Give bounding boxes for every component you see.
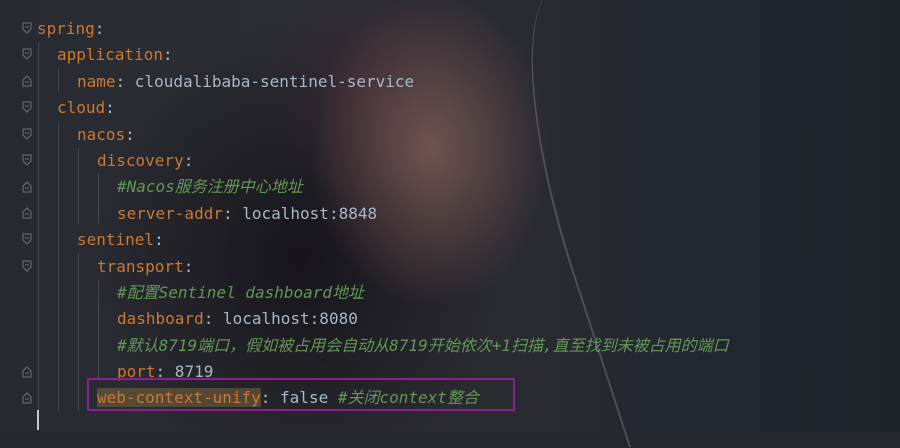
- yaml-colon: :: [125, 124, 135, 144]
- code-line[interactable]: #Nacos服务注册中心地址: [37, 174, 900, 200]
- yaml-key: application: [57, 45, 163, 65]
- code-line[interactable]: #配置Sentinel dashboard地址: [37, 280, 900, 306]
- fold-end-marker-icon[interactable]: [22, 181, 32, 193]
- code-line[interactable]: name: cloudalibaba-sentinel-service: [37, 69, 900, 95]
- yaml-colon: :: [162, 45, 173, 65]
- fold-marker-icon[interactable]: [22, 48, 32, 60]
- fold-end-marker-icon[interactable]: [22, 366, 32, 378]
- yaml-key: spring: [37, 19, 95, 38]
- yaml-colon: :: [183, 150, 194, 170]
- yaml-key: dashboard: [117, 309, 204, 329]
- yaml-value: cloudalibaba-sentinel-service: [125, 71, 415, 91]
- code-line[interactable]: server-addr: localhost:8848: [37, 201, 900, 227]
- yaml-code-editor[interactable]: spring: application: name: cloudalibaba-se…: [37, 16, 900, 412]
- code-line[interactable]: nacos:: [37, 122, 900, 148]
- text-caret: [37, 410, 39, 430]
- fold-marker-icon[interactable]: [22, 101, 32, 113]
- yaml-value: localhost:8080: [213, 309, 358, 329]
- yaml-comment: #默认8719端口，假如被占用会自动从8719开始依次+1扫描,直至找到未被占用…: [117, 335, 729, 355]
- editor-gutter: [0, 0, 34, 432]
- code-line[interactable]: dashboard: localhost:8080: [37, 306, 900, 332]
- yaml-colon: :: [94, 19, 105, 38]
- fold-marker-icon[interactable]: [22, 260, 32, 272]
- yaml-comment: #配置Sentinel dashboard地址: [117, 282, 365, 302]
- yaml-value: localhost:8848: [232, 203, 378, 223]
- yaml-colon: :: [115, 71, 126, 91]
- fold-marker-icon[interactable]: [22, 22, 32, 34]
- yaml-key: server-addr: [117, 203, 223, 223]
- yaml-key: discovery: [97, 150, 184, 170]
- yaml-colon: :: [154, 230, 164, 250]
- code-line[interactable]: discovery:: [37, 148, 900, 174]
- code-line[interactable]: spring:: [37, 16, 900, 42]
- yaml-key: transport: [97, 256, 184, 276]
- fold-end-marker-icon[interactable]: [22, 392, 32, 404]
- fold-end-marker-icon[interactable]: [22, 207, 32, 219]
- code-line[interactable]: cloud:: [37, 95, 900, 121]
- annotation-highlight-box: [87, 378, 515, 411]
- yaml-key: cloud: [57, 98, 106, 118]
- yaml-key: nacos: [77, 124, 126, 144]
- yaml-colon: :: [222, 203, 233, 223]
- yaml-colon: :: [203, 309, 214, 329]
- code-line[interactable]: application:: [37, 42, 900, 68]
- yaml-key: sentinel: [77, 230, 155, 250]
- fold-marker-icon[interactable]: [22, 128, 32, 140]
- yaml-colon: :: [105, 98, 115, 118]
- fold-marker-icon[interactable]: [22, 154, 32, 166]
- yaml-key: name: [77, 71, 116, 91]
- code-line[interactable]: transport:: [37, 254, 900, 280]
- yaml-comment: #Nacos服务注册中心地址: [117, 177, 303, 197]
- code-line[interactable]: sentinel:: [37, 227, 900, 253]
- yaml-colon: :: [183, 256, 194, 276]
- fold-marker-icon[interactable]: [22, 233, 32, 245]
- code-line[interactable]: #默认8719端口，假如被占用会自动从8719开始依次+1扫描,直至找到未被占用…: [37, 333, 900, 359]
- fold-end-marker-icon[interactable]: [22, 75, 32, 87]
